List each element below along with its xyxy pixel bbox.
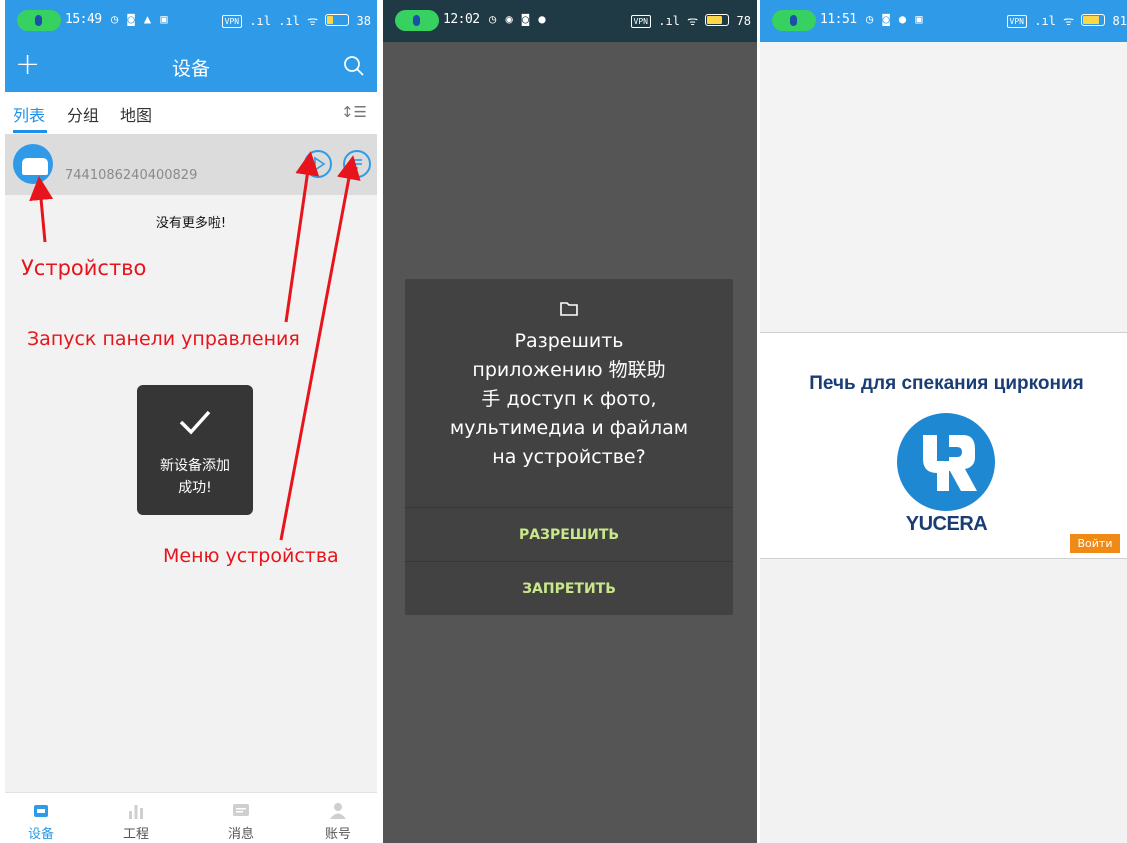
check-icon: [179, 410, 211, 435]
view-tabs: 列表 分组 地图 ↕☰: [5, 92, 377, 134]
device-avatar-icon[interactable]: [13, 144, 53, 184]
toast-line1: 新设备添加: [160, 458, 230, 474]
device-list-screen: 15:49 ◷ ◙ ▲ ▣ VPN .ıl .ıl ᯤ 38 + 设备 列表 分…: [5, 0, 377, 843]
annotation-device-menu: Меню устройства: [163, 545, 339, 567]
vpn-icon: VPN: [630, 15, 651, 28]
mic-icon: [17, 10, 61, 31]
allow-button[interactable]: РАЗРЕШИТЬ: [405, 507, 733, 562]
permission-question: Разрешить приложению 物联助 手 доступ к фото…: [405, 327, 733, 472]
status-bar: 11:51 ◷ ◙ ● ▣ VPN .ıl ᯤ 81: [760, 0, 1127, 42]
nav-projects[interactable]: 工程: [106, 796, 166, 842]
status-time: 11:51: [820, 12, 857, 27]
yucera-logo-icon: [923, 435, 977, 491]
battery-icon: [325, 14, 350, 26]
play-button[interactable]: [304, 150, 332, 178]
notification-icons: ◷ ◙ ● ▣: [866, 12, 924, 26]
yucera-logo: [897, 413, 995, 511]
question-line5: на устройстве?: [492, 446, 646, 468]
battery-level: 38: [356, 14, 371, 28]
web-login-screen: 11:51 ◷ ◙ ● ▣ VPN .ıl ᯤ 81 Печь для спек…: [760, 0, 1127, 843]
bottom-nav: 设备 工程 消息 账号: [5, 792, 377, 843]
nav-messages-label: 消息: [227, 827, 254, 842]
sort-icon[interactable]: ↕☰: [341, 103, 367, 121]
page-title: 设备: [171, 58, 210, 80]
battery-level: 78: [736, 14, 751, 28]
toast-line2: 成功!: [178, 480, 212, 496]
question-line3: 手 доступ к фото,: [481, 388, 657, 410]
mic-icon: [772, 10, 816, 31]
search-icon[interactable]: [343, 55, 365, 77]
battery-icon: [1081, 14, 1106, 26]
user-icon: [330, 803, 346, 819]
nav-devices[interactable]: 设备: [11, 796, 71, 842]
device-id: 7441086240400829: [65, 168, 198, 183]
notification-icons: ◷ ◙ ▲ ▣: [111, 12, 169, 26]
vpn-icon: VPN: [1006, 15, 1027, 28]
battery-level: 81: [1112, 14, 1127, 28]
mic-icon: [395, 10, 439, 31]
active-tab-indicator: [13, 130, 47, 133]
menu-list-icon: [351, 159, 362, 169]
status-bar: 15:49 ◷ ◙ ▲ ▣ VPN .ıl .ıl ᯤ 38: [5, 0, 377, 42]
nav-account-label: 账号: [324, 827, 351, 842]
nav-account[interactable]: 账号: [308, 796, 368, 842]
tab-list[interactable]: 列表: [13, 102, 45, 126]
deny-button[interactable]: ЗАПРЕТИТЬ: [405, 561, 733, 616]
status-right: VPN .ıl ᯤ 78: [630, 12, 751, 29]
nav-projects-label: 工程: [122, 827, 149, 842]
bar-chart-icon: [129, 805, 143, 819]
end-of-list-text: 没有更多啦!: [155, 216, 227, 231]
permission-dialog: Разрешить приложению 物联助 手 доступ к фото…: [405, 279, 733, 615]
status-time: 12:02: [443, 12, 480, 27]
folder-icon: [560, 302, 578, 316]
nav-messages[interactable]: 消息: [211, 796, 271, 842]
vpn-icon: VPN: [221, 15, 243, 28]
message-icon: [233, 804, 249, 816]
play-icon: [314, 156, 326, 172]
device-row[interactable]: 7441086240400829: [5, 134, 377, 195]
status-time: 15:49: [65, 12, 102, 27]
question-line2: приложению 物联助: [472, 359, 666, 381]
success-toast: 新设备添加 成功!: [137, 385, 253, 515]
toast-message: 新设备添加 成功!: [137, 455, 253, 499]
annotation-control-panel: Запуск панели управления: [27, 328, 300, 350]
nav-devices-label: 设备: [27, 827, 54, 842]
devices-icon: [34, 805, 48, 817]
question-line1: Разрешить: [514, 330, 624, 352]
status-right: VPN .ıl ᯤ 81: [1006, 12, 1127, 29]
notification-icons: ◷ ◉ ◙ ●: [489, 12, 547, 26]
login-card: Печь для спекания циркония YUCERA Войти: [760, 333, 1127, 559]
annotation-device: Устройство: [21, 256, 147, 280]
app-bar: + 设备: [5, 42, 377, 92]
battery-icon: [705, 14, 730, 26]
login-button[interactable]: Войти: [1070, 534, 1120, 553]
brand-name: YUCERA: [905, 513, 988, 535]
product-heading: Печь для спекания циркония: [809, 373, 1084, 394]
status-right: VPN .ıl .ıl ᯤ 38: [221, 12, 371, 29]
status-bar: 12:02 ◷ ◉ ◙ ● VPN .ıl ᯤ 78: [383, 0, 757, 42]
blank-area: [760, 42, 1127, 333]
question-line4: мультимедиа и файлам: [449, 417, 689, 439]
tab-map[interactable]: 地图: [120, 102, 152, 126]
device-menu-button[interactable]: [343, 150, 371, 178]
permission-screen: 12:02 ◷ ◉ ◙ ● VPN .ıl ᯤ 78 Разрешить при…: [383, 0, 757, 843]
tab-group[interactable]: 分组: [67, 102, 99, 126]
